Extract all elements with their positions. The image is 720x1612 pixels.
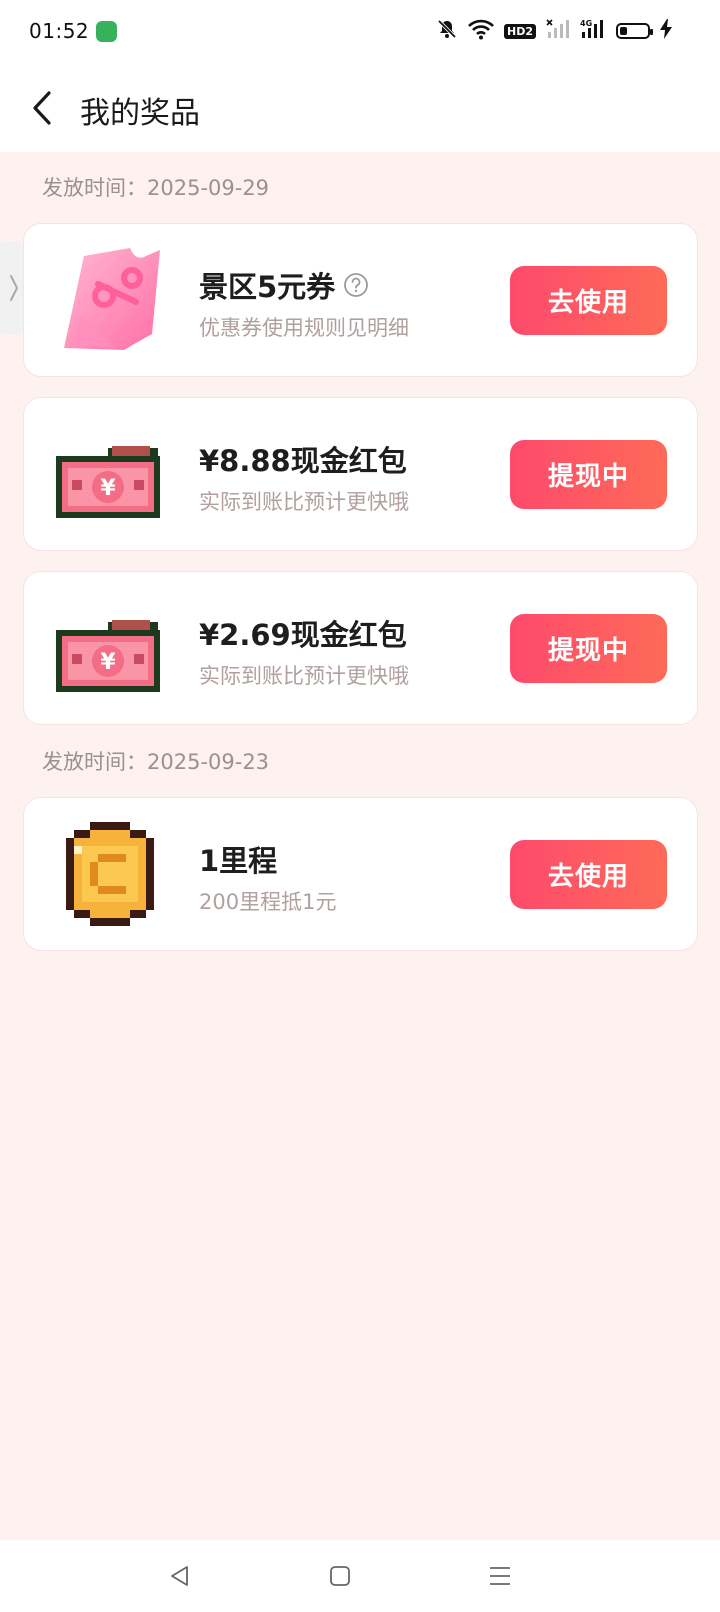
nav-home-button[interactable] [322, 1558, 358, 1594]
square-home-icon [330, 1566, 350, 1586]
svg-text:¥: ¥ [100, 650, 116, 675]
help-icon[interactable] [343, 272, 369, 298]
prize-card: 1里程 200里程抵1元 去使用 [23, 797, 698, 951]
prize-subtitle: 实际到账比预计更快哦 [199, 490, 409, 514]
status-time: 01:52 [29, 19, 90, 43]
coupon-icon [54, 244, 166, 356]
prize-title: 景区5元券 [199, 264, 369, 306]
menu-lines-icon [490, 1567, 510, 1585]
prize-title-text: 景区5元券 [199, 270, 336, 304]
signal-4g-icon: 4G [580, 18, 606, 44]
cash-icon: ¥ [54, 592, 166, 704]
prize-title: 1里程 [199, 844, 278, 878]
mute-bell-icon [436, 18, 458, 44]
prize-subtitle: 200里程抵1元 [199, 890, 337, 914]
status-icons: HD2 4G [436, 18, 672, 44]
coin-icon [54, 818, 166, 930]
section-date-label: 发放时间：2025-09-23 [42, 750, 270, 774]
signal-empty-icon [546, 18, 570, 44]
network-type-label: 4G [580, 19, 592, 28]
prize-title: ¥8.88现金红包 [199, 444, 407, 478]
nav-menu-button[interactable] [482, 1558, 518, 1594]
triangle-back-icon [171, 1566, 188, 1586]
prize-subtitle: 优惠券使用规则见明细 [199, 316, 409, 340]
svg-text:¥: ¥ [100, 476, 116, 501]
prize-card: ¥ ¥2.69现金红包 实际到账比预计更快哦 提现中 [23, 571, 698, 725]
charging-icon [660, 19, 672, 43]
nav-back-button[interactable] [162, 1558, 198, 1594]
cash-icon: ¥ [54, 418, 166, 530]
hd-voice-icon: HD2 [504, 23, 536, 39]
chevron-right-icon [10, 275, 19, 301]
chevron-left-icon [33, 91, 51, 125]
app-notification-icon [96, 21, 117, 42]
wifi-icon [468, 18, 494, 44]
withdraw-status-button[interactable]: 提现中 [510, 440, 667, 509]
page-title: 我的奖品 [80, 96, 200, 131]
section-date-label: 发放时间：2025-09-29 [42, 176, 270, 200]
prize-card: ¥ ¥8.88现金红包 实际到账比预计更快哦 提现中 [23, 397, 698, 551]
prize-subtitle: 实际到账比预计更快哦 [199, 664, 409, 688]
use-button[interactable]: 去使用 [510, 840, 667, 909]
status-bar: 01:52 HD2 4G [0, 0, 720, 62]
battery-icon [616, 23, 653, 39]
battery-level [620, 27, 627, 35]
use-button[interactable]: 去使用 [510, 266, 667, 335]
withdraw-status-button[interactable]: 提现中 [510, 614, 667, 683]
prize-title: ¥2.69现金红包 [199, 618, 407, 652]
app-header: 我的奖品 [0, 62, 720, 152]
prize-card: 景区5元券 优惠券使用规则见明细 去使用 [23, 223, 698, 377]
back-button[interactable] [22, 86, 62, 130]
system-nav-bar [0, 1540, 720, 1612]
